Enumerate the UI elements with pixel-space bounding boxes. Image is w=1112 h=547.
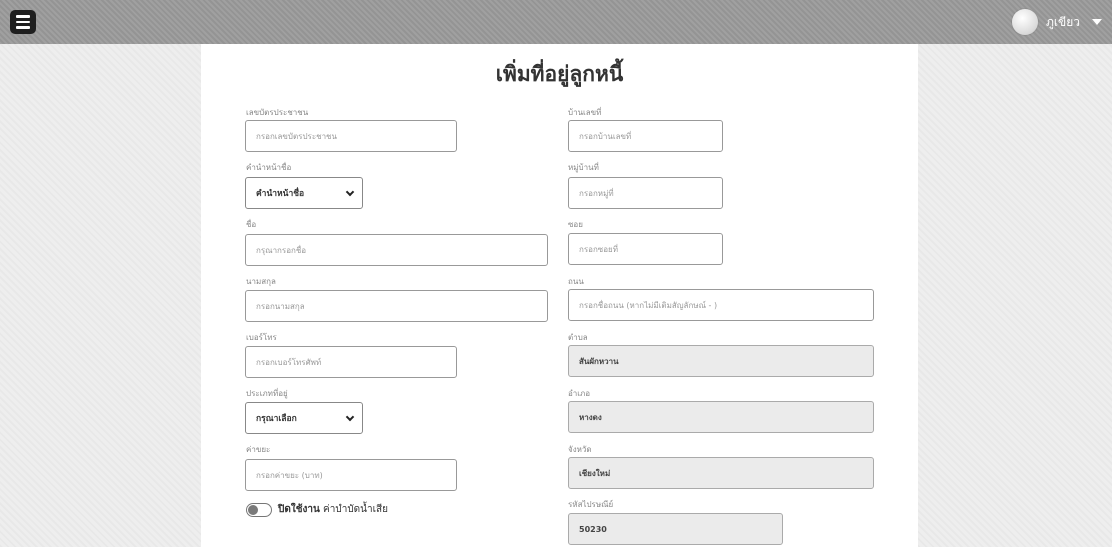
chevron-down-icon — [345, 412, 355, 422]
village-no-input[interactable] — [568, 177, 723, 209]
right-gutter — [918, 44, 1112, 547]
resident-type-select-value: กรุณาเลือก — [256, 414, 297, 424]
district-label: อำเภอ — [568, 389, 591, 398]
road-input[interactable] — [568, 289, 874, 321]
avatar — [1012, 9, 1039, 35]
postcode-field[interactable] — [568, 513, 783, 545]
house-no-label: บ้านเลขที่ — [568, 108, 602, 117]
garbage-fee-label: ค่าขยะ — [246, 445, 271, 454]
menu-icon-line — [16, 20, 30, 24]
resident-type-select[interactable]: กรุณาเลือก — [245, 402, 363, 434]
menu-icon-line — [16, 26, 30, 29]
last-name-input[interactable] — [245, 290, 548, 322]
soi-input[interactable] — [568, 233, 723, 265]
toggle-field-label: ค่าบำบัดน้ำเสีย — [323, 504, 388, 515]
prefix-label: คำนำหน้าชื่อ — [246, 163, 292, 172]
phone-input[interactable] — [245, 346, 457, 378]
user-name: ภูเขียว — [1046, 14, 1080, 29]
id-card-input[interactable] — [245, 120, 457, 152]
wastewater-toggle-row: ปิดใช้งาน ค่าบำบัดน้ำเสีย — [246, 502, 388, 517]
garbage-fee-input[interactable] — [245, 459, 457, 491]
form-card: เพิ่มที่อยู่ลูกหนี้ เลขบัตรประชาชน คำนำห… — [201, 44, 918, 547]
left-gutter — [0, 44, 201, 547]
subdistrict-label: ตำบล — [568, 333, 588, 342]
road-label: ถนน — [568, 277, 584, 286]
subdistrict-field[interactable] — [568, 345, 874, 377]
province-field[interactable] — [568, 457, 874, 489]
district-field[interactable] — [568, 401, 874, 433]
chevron-down-icon — [345, 187, 355, 197]
toggle-state-label: ปิดใช้งาน — [278, 504, 320, 515]
house-no-input[interactable] — [568, 120, 723, 152]
wastewater-toggle-switch[interactable] — [246, 502, 272, 517]
province-label: จังหวัด — [568, 445, 592, 454]
postcode-label: รหัสไปรษณีย์ — [568, 500, 614, 509]
hamburger-menu-button[interactable] — [10, 10, 36, 34]
resident-type-label: ประเภทที่อยู่ — [246, 389, 288, 398]
caret-down-icon — [1092, 19, 1102, 25]
prefix-select[interactable]: คำนำหน้าชื่อ — [245, 177, 363, 209]
village-no-label: หมู่บ้านที่ — [568, 163, 599, 172]
toggle-knob — [248, 504, 258, 515]
top-navbar: ภูเขียว — [0, 0, 1112, 44]
first-name-label: ชื่อ — [246, 220, 257, 229]
wastewater-toggle-label: ปิดใช้งาน ค่าบำบัดน้ำเสีย — [278, 502, 388, 517]
first-name-input[interactable] — [245, 234, 548, 266]
menu-icon-line — [16, 15, 30, 18]
soi-label: ซอย — [568, 220, 583, 229]
user-menu[interactable]: ภูเขียว — [1012, 8, 1102, 36]
id-card-label: เลขบัตรประชาชน — [246, 108, 309, 117]
prefix-select-value: คำนำหน้าชื่อ — [256, 189, 305, 199]
page-title: เพิ่มที่อยู่ลูกหนี้ — [495, 62, 624, 86]
phone-label: เบอร์โทร — [246, 333, 277, 342]
last-name-label: นามสกุล — [246, 277, 276, 286]
